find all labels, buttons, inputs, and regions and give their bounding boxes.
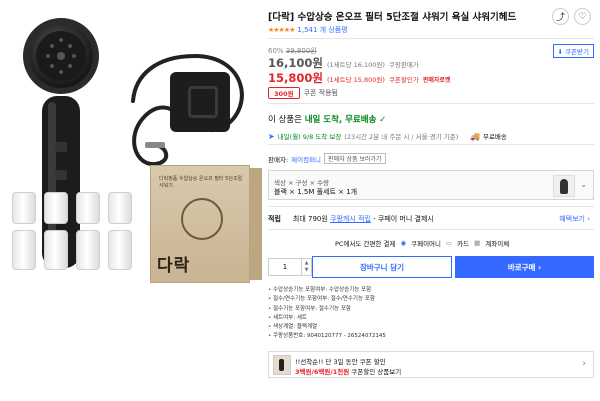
bank-icon: ▦	[474, 239, 481, 247]
product-title: [다락] 수압상승 온오프 필터 5단조절 샤워기 욕실 샤워기헤드	[268, 9, 516, 23]
coupon-download-label: 쿠폰받기	[565, 48, 589, 56]
card-label: 카드	[457, 240, 470, 248]
points-label: 적립	[268, 215, 281, 223]
spec-item: 색상계열: 블랙계열	[268, 323, 386, 332]
buy-now-button[interactable]: 바로구매 ›	[455, 256, 594, 278]
spec-item: 수압상승기능 포함여부: 수압상승기능 포함	[268, 286, 386, 295]
divider	[268, 144, 594, 145]
coupon-price: 15,800원 (1세트당 15,800원) 쿠폰할인가 판매자로켓	[268, 70, 450, 86]
divider	[268, 206, 594, 207]
sale-price-unit: (1세트당 16,100원)	[326, 61, 385, 69]
check-icon: ✓	[379, 115, 387, 125]
quantity-arrows[interactable]: ▲ ▼	[301, 259, 311, 275]
sale-price: 16,100원 (1세트당 16,100원) 쿠팡판매가	[268, 55, 419, 71]
spec-item: 절수/연수기능 포함여부: 절수/연수기능 포함	[268, 295, 386, 304]
wishlist-button[interactable]: ♡	[574, 8, 591, 25]
free-shipping-label: 무료배송	[482, 133, 507, 141]
promo-link-text: 쿠폰할인 상품보기	[351, 368, 402, 376]
download-icon: ⬇	[557, 48, 563, 56]
spec-item: 쿠팡상품번호: 9040120777 - 26524072145	[268, 332, 386, 341]
chevron-down-icon: ⌄	[580, 180, 587, 189]
divider	[268, 38, 594, 39]
card-icon: ▭	[446, 239, 453, 247]
wall-bracket-image	[170, 72, 230, 132]
delivery-date-row: ➤ 내일(월) 9/8 도착 보장 (23시간 2분 내 주문 시 / 서울⋅경…	[268, 131, 459, 142]
payment-intro: PC에서도 간편한 결제	[335, 240, 396, 248]
promo-headline: !!선착순!! 단 3일 동안 쿠폰 할인	[295, 358, 386, 366]
product-info-panel: [다락] 수압상승 온오프 필터 5단조절 샤워기 욕실 샤워기헤드 ⤴ ♡ ★…	[265, 0, 600, 401]
option-value: 블랙 × 1.5M 풀세트 × 1개	[274, 188, 358, 196]
product-box-side	[250, 168, 262, 280]
quantity-up-icon[interactable]: ▲	[305, 260, 309, 267]
account-label: 계좌이체	[485, 240, 510, 248]
coupang-cash-link[interactable]: 쿠팡캐시 적립	[330, 215, 371, 223]
box-emblem	[181, 198, 223, 240]
coupon-amount-tag: 300원	[268, 87, 300, 99]
spec-list: 수압상승기능 포함여부: 수압상승기능 포함 절수/연수기능 포함여부: 절수/…	[268, 286, 386, 342]
points-row: 적립 최대 790원 쿠팡캐시 적립 - 쿠페이 머니 결제시	[268, 214, 434, 224]
product-box-image: 다락정품 수압상승 온오프 필터 5단조절 샤워기 다락	[150, 165, 250, 283]
coupon-price-value: 15,800원	[268, 71, 323, 85]
benefits-link[interactable]: 혜택보기 ›	[559, 214, 590, 224]
filter-cartridges-image	[12, 192, 132, 270]
box-brand: 다락	[157, 256, 191, 276]
truck-icon: 🚚	[470, 131, 480, 141]
rating-stars: ★★★★★	[268, 26, 295, 34]
delivery-date: 내일(월) 9/8 도착 보장	[277, 133, 342, 141]
option-label: 색상 × 구성 × 수량	[274, 179, 330, 187]
quantity-down-icon[interactable]: ▼	[305, 267, 309, 274]
shipping-title: 이 상품은 내일 도착, 무료배송 ✓	[268, 113, 386, 125]
coupon-download-button[interactable]: ⬇ 쿠폰받기	[552, 44, 594, 58]
sale-price-label: 쿠팡판매가	[388, 61, 419, 69]
applied-coupon-row: 300원 쿠폰 적용됨	[268, 87, 338, 99]
original-price: 39,800원	[285, 47, 317, 55]
divider	[268, 103, 594, 104]
seller-label: 판매자:	[268, 155, 289, 164]
quantity-value[interactable]: 1	[269, 263, 301, 271]
promo-thumbnail	[273, 355, 291, 375]
promo-banner[interactable]: !!선착순!! 단 3일 동안 쿠폰 할인 3백원/6백원/1천원 쿠폰할인 상…	[268, 351, 594, 378]
delivery-note: (23시간 2분 내 주문 시 / 서울⋅경기 기준)	[344, 133, 459, 141]
spec-item: 절수기능 포함여부: 절수기능 포함	[268, 305, 386, 314]
product-name: 수압상승 온오프 필터 5단조절 샤워기 욕실 샤워기헤드	[297, 12, 517, 23]
quantity-stepper[interactable]: 1 ▲ ▼	[268, 258, 312, 276]
points-money-note: - 쿠페이 머니 결제시	[373, 215, 434, 223]
points-max: 최대 790원 쿠팡캐시 적립 - 쿠페이 머니 결제시	[292, 215, 434, 223]
coupay-label: 쿠페이머니	[411, 240, 442, 248]
coupon-applied-label: 쿠폰 적용됨	[303, 89, 338, 97]
shipping-prefix: 이 상품은	[268, 115, 302, 125]
rocket-icon: ➤	[268, 131, 275, 141]
coupon-price-unit: (1세트당 15,800원)	[326, 76, 385, 84]
product-brand: [다락]	[268, 12, 295, 23]
review-count-link[interactable]: 1,541 개 상품평	[297, 25, 347, 35]
heart-icon: ♡	[578, 11, 587, 22]
promo-amounts: 3백원/6백원/1천원	[295, 368, 350, 376]
seller-products-button[interactable]: 판매자 상품 보러가기	[324, 153, 386, 164]
share-button[interactable]: ⤴	[552, 8, 569, 25]
divider	[268, 229, 594, 230]
add-to-cart-button[interactable]: 장바구니 담기	[312, 256, 452, 278]
coupay-icon: ◉	[400, 239, 407, 247]
promo-subline: 3백원/6백원/1천원 쿠폰할인 상품보기	[295, 366, 401, 376]
option-selector[interactable]: 색상 × 구성 × 수량 블랙 × 1.5M 풀세트 × 1개 ⌄	[268, 170, 594, 200]
coupon-price-label: 쿠폰할인가	[388, 76, 419, 84]
chevron-right-icon: ›	[582, 359, 586, 369]
spec-item: 세트여부: 세트	[268, 314, 386, 323]
rating-row[interactable]: ★★★★★ 1,541 개 상품평	[268, 25, 348, 35]
seller-name-link[interactable]: 제이컴퍼니	[291, 154, 321, 164]
product-image[interactable]: 다락정품 수압상승 온오프 필터 5단조절 샤워기 다락	[0, 0, 262, 401]
box-text: 다락정품 수압상승 온오프 필터 5단조절 샤워기	[159, 176, 243, 189]
sale-price-value: 16,100원	[268, 56, 323, 70]
discount-rate: 60%	[268, 47, 284, 55]
shipping-highlight: 내일 도착, 무료배송	[304, 115, 377, 125]
payment-methods-row: PC에서도 간편한 결제 ◉ 쿠페이머니 ▭ 카드 ▦ 계좌이체	[335, 238, 509, 248]
free-shipping-row: 🚚 무료배송	[470, 131, 507, 142]
seller-rocket-badge: 판매자로켓	[422, 77, 451, 84]
seller-row: 판매자: 제이컴퍼니 판매자 상품 보러가기	[268, 153, 386, 164]
option-thumbnail	[553, 175, 575, 197]
share-icon: ⤴	[555, 13, 565, 23]
